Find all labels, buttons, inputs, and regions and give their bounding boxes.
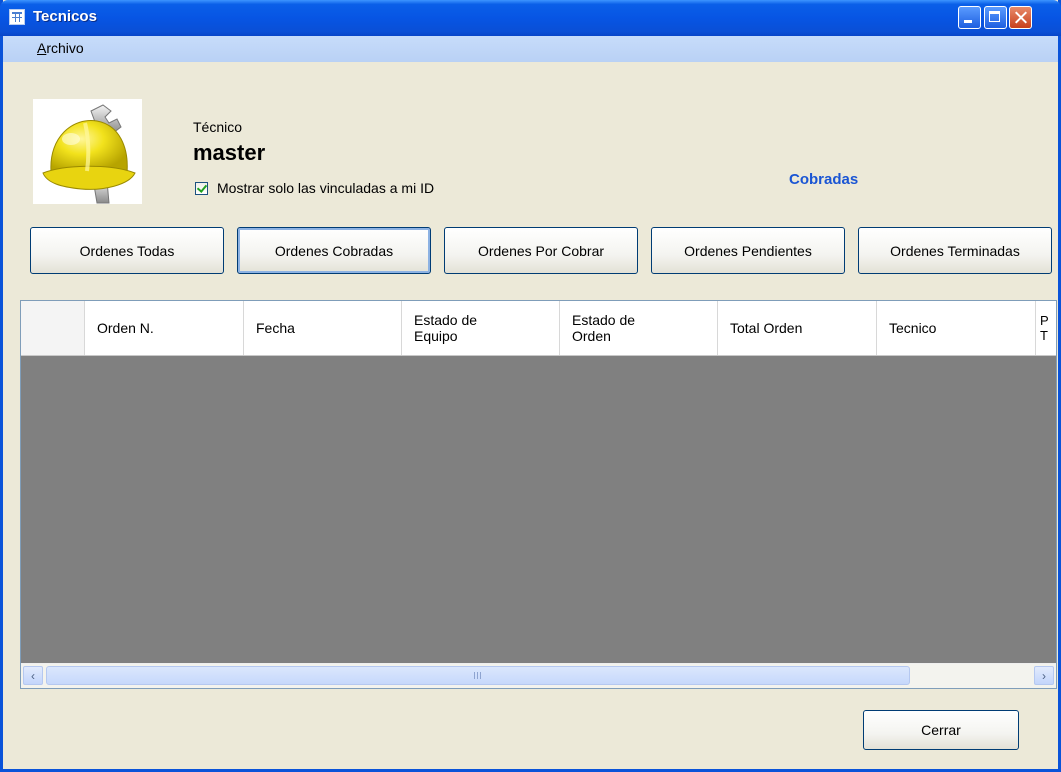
column-header-estado-equipo-line1: Estado de xyxy=(414,312,478,328)
column-header-estado-equipo-line2: Equipo xyxy=(414,328,458,344)
ordenes-terminadas-button[interactable]: Ordenes Terminadas xyxy=(858,227,1052,274)
technician-name: master xyxy=(193,140,266,165)
scroll-left-button[interactable]: ‹ xyxy=(23,666,43,685)
ordenes-por-cobrar-button[interactable]: Ordenes Por Cobrar xyxy=(444,227,638,274)
column-header-estado-orden-line2: Orden xyxy=(572,328,611,344)
menu-archivo[interactable]: Archivo xyxy=(37,40,84,56)
chevron-right-icon: › xyxy=(1042,668,1046,683)
ordenes-cobradas-button[interactable]: Ordenes Cobradas xyxy=(237,227,431,274)
column-header-fecha-label: Fecha xyxy=(256,320,295,336)
column-header-clipped[interactable]: PT xyxy=(1036,301,1056,355)
column-header-clipped-line1: P xyxy=(1040,313,1049,328)
chevron-left-icon: ‹ xyxy=(31,668,35,683)
column-header-tecnico-label: Tecnico xyxy=(889,320,937,336)
column-header-clipped-line2: T xyxy=(1040,328,1048,343)
window-title: Tecnicos xyxy=(33,8,97,25)
column-header-total-orden-label: Total Orden xyxy=(730,320,803,336)
scrollbar-thumb[interactable] xyxy=(46,666,910,685)
ordenes-todas-button[interactable]: Ordenes Todas xyxy=(30,227,224,274)
current-filter-label: Cobradas xyxy=(789,171,859,188)
horizontal-scrollbar[interactable]: ‹ › xyxy=(21,663,1056,688)
checkbox-checked-icon[interactable] xyxy=(195,181,208,195)
orders-grid[interactable]: Orden N. Fecha Estado de Equipo Estado de… xyxy=(20,300,1057,689)
column-header-estado-equipo[interactable]: Estado de Equipo xyxy=(402,301,560,355)
column-header-fecha[interactable]: Fecha xyxy=(244,301,402,355)
scroll-right-button[interactable]: › xyxy=(1034,666,1054,685)
menu-bar: Archivo xyxy=(3,36,1058,62)
column-header-orden-label: Orden N. xyxy=(97,320,154,336)
column-header-total-orden[interactable]: Total Orden xyxy=(718,301,877,355)
cerrar-button[interactable]: Cerrar xyxy=(863,710,1019,750)
column-header-tecnico[interactable]: Tecnico xyxy=(877,301,1036,355)
checkbox-label: Mostrar solo las vinculadas a mi ID xyxy=(217,180,435,196)
row-header-corner[interactable] xyxy=(21,301,85,355)
ordenes-pendientes-button[interactable]: Ordenes Pendientes xyxy=(651,227,845,274)
tecnicos-window: Tecnicos Archivo Técnico master Mostrar … xyxy=(0,0,1061,772)
filter-by-my-id-checkbox[interactable]: Mostrar solo las vinculadas a mi ID xyxy=(195,180,434,196)
column-header-estado-orden-line1: Estado de xyxy=(572,312,636,328)
scroll-grip-icon xyxy=(473,672,483,679)
menu-archivo-label: rchivo xyxy=(46,40,84,56)
hardhat-wrench-icon xyxy=(42,104,136,204)
technician-label: Técnico xyxy=(193,119,243,135)
column-header-orden[interactable]: Orden N. xyxy=(85,301,244,355)
maximize-button[interactable] xyxy=(984,6,1007,29)
app-grid-icon xyxy=(9,9,25,25)
minimize-button[interactable] xyxy=(958,6,981,29)
technician-avatar xyxy=(33,99,142,204)
grid-header: Orden N. Fecha Estado de Equipo Estado de… xyxy=(21,301,1056,356)
title-bar[interactable]: Tecnicos xyxy=(0,0,1061,36)
column-header-clipped-label: PT xyxy=(1040,313,1049,343)
column-header-estado-equipo-label: Estado de Equipo xyxy=(414,312,477,344)
column-header-estado-orden[interactable]: Estado de Orden xyxy=(560,301,718,355)
menu-archivo-mnemonic: A xyxy=(37,40,47,56)
column-header-estado-orden-label: Estado de Orden xyxy=(572,312,635,344)
close-window-button[interactable] xyxy=(1009,6,1032,29)
